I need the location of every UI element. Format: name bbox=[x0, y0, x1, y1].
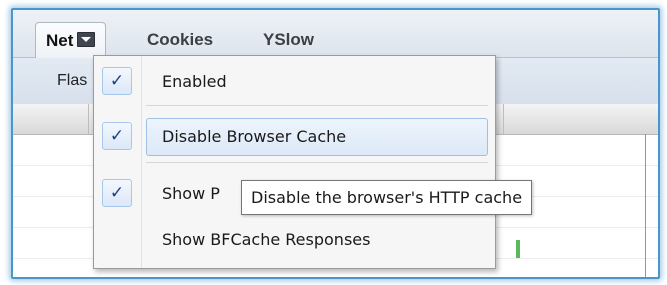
timeline-marker-line bbox=[645, 134, 646, 277]
tab-yslow-label: YSlow bbox=[263, 30, 315, 49]
tooltip-text: Disable the browser's HTTP cache bbox=[251, 188, 523, 207]
column-divider bbox=[88, 104, 89, 134]
menu-item-show-bfcache-responses-label: Show BFCache Responses bbox=[162, 230, 371, 249]
tooltip: Disable the browser's HTTP cache bbox=[241, 180, 533, 215]
menu-divider bbox=[146, 162, 488, 163]
tab-net-label: Net bbox=[46, 31, 74, 50]
menu-item-disable-browser-cache[interactable]: ✓ Disable Browser Cache bbox=[94, 117, 495, 157]
menu-item-enabled[interactable]: ✓ Enabled bbox=[94, 62, 495, 102]
column-divider bbox=[503, 104, 504, 134]
panel-tab-bar: Net Cookies YSlow bbox=[13, 10, 658, 58]
checkmark-icon: ✓ bbox=[102, 67, 132, 95]
checkmark-icon: ✓ bbox=[102, 179, 132, 207]
menu-item-show-p-label: Show P bbox=[162, 184, 220, 203]
menu-divider bbox=[146, 105, 488, 106]
net-options-menu: ✓ Enabled ✓ Disable Browser Cache ✓ Show… bbox=[93, 55, 496, 269]
tab-net[interactable]: Net bbox=[35, 22, 107, 58]
menu-item-show-bfcache-responses[interactable]: Show BFCache Responses bbox=[94, 220, 495, 260]
tab-yslow[interactable]: YSlow bbox=[253, 22, 324, 58]
menu-item-disable-browser-cache-label: Disable Browser Cache bbox=[162, 127, 347, 146]
tab-cookies-label: Cookies bbox=[147, 30, 214, 49]
tab-cookies[interactable]: Cookies bbox=[137, 22, 223, 58]
request-timing-bar bbox=[516, 240, 520, 258]
checkmark-icon: ✓ bbox=[102, 122, 132, 150]
dropdown-arrow-icon[interactable] bbox=[77, 32, 96, 47]
menu-item-enabled-label: Enabled bbox=[162, 72, 227, 91]
toolbar-filter-flash[interactable]: Flas bbox=[57, 72, 87, 90]
